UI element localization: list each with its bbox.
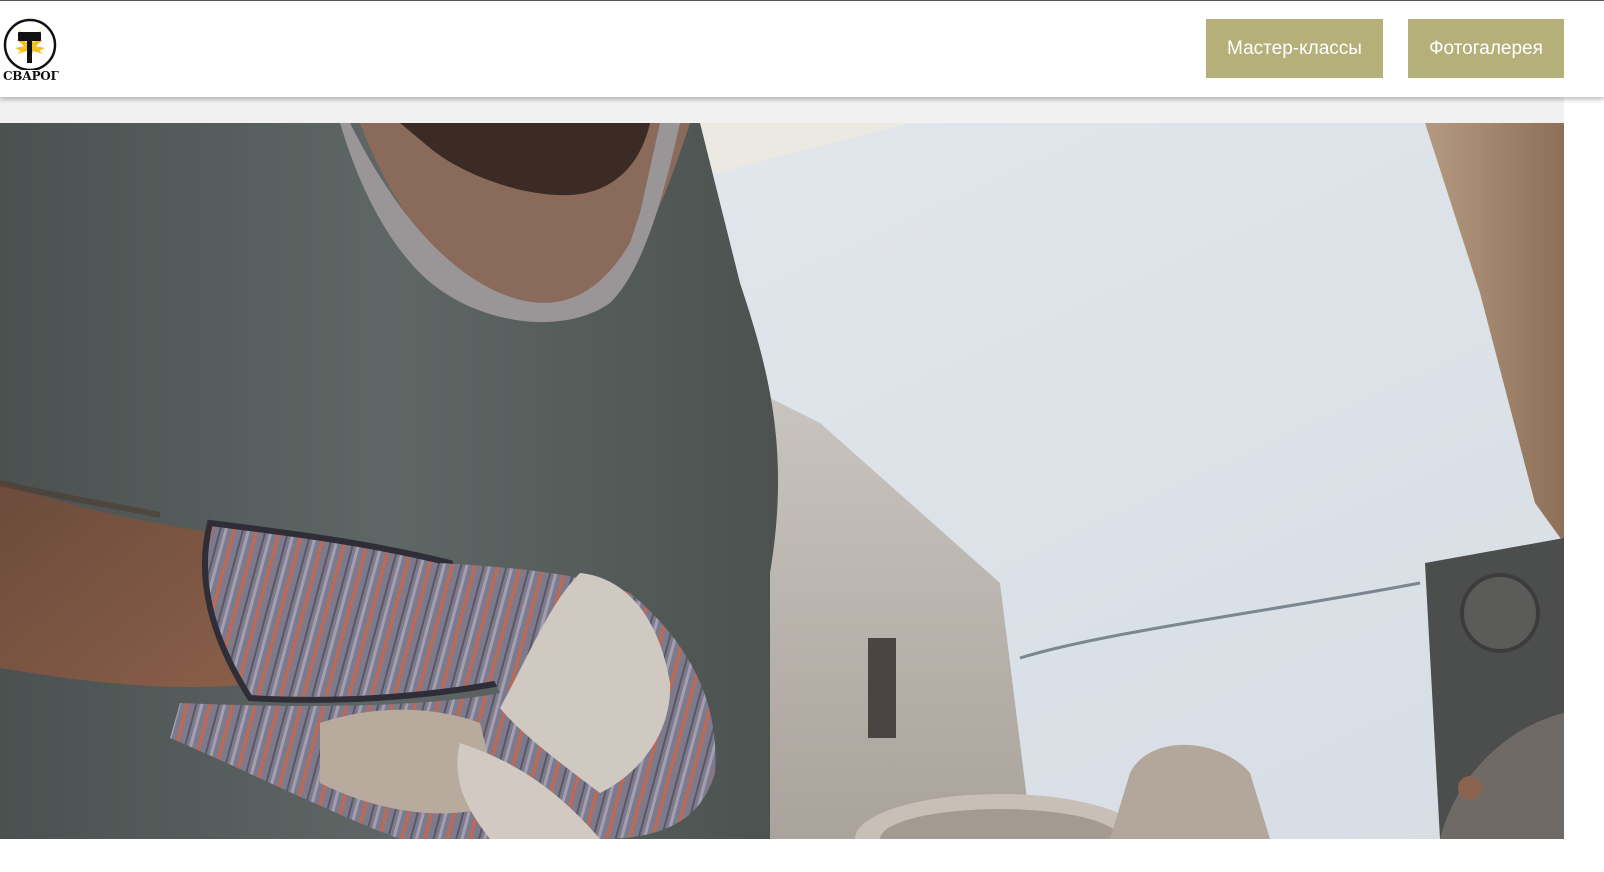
- right-margin: [1564, 97, 1604, 872]
- hero-image: [0, 123, 1564, 839]
- hammer-sun-logo-icon: [3, 18, 57, 72]
- header-spacer: [0, 97, 1604, 123]
- site-header: СВАРОГ Мастер-классы Фотогалерея: [0, 1, 1604, 97]
- photo-gallery-button[interactable]: Фотогалерея: [1408, 19, 1564, 78]
- worker-grinding-metal-photo: [0, 123, 1564, 839]
- logo-text: СВАРОГ: [3, 69, 59, 83]
- page-bottom: [0, 839, 1564, 872]
- master-classes-button[interactable]: Мастер-классы: [1206, 19, 1383, 78]
- site-logo[interactable]: СВАРОГ: [3, 18, 59, 86]
